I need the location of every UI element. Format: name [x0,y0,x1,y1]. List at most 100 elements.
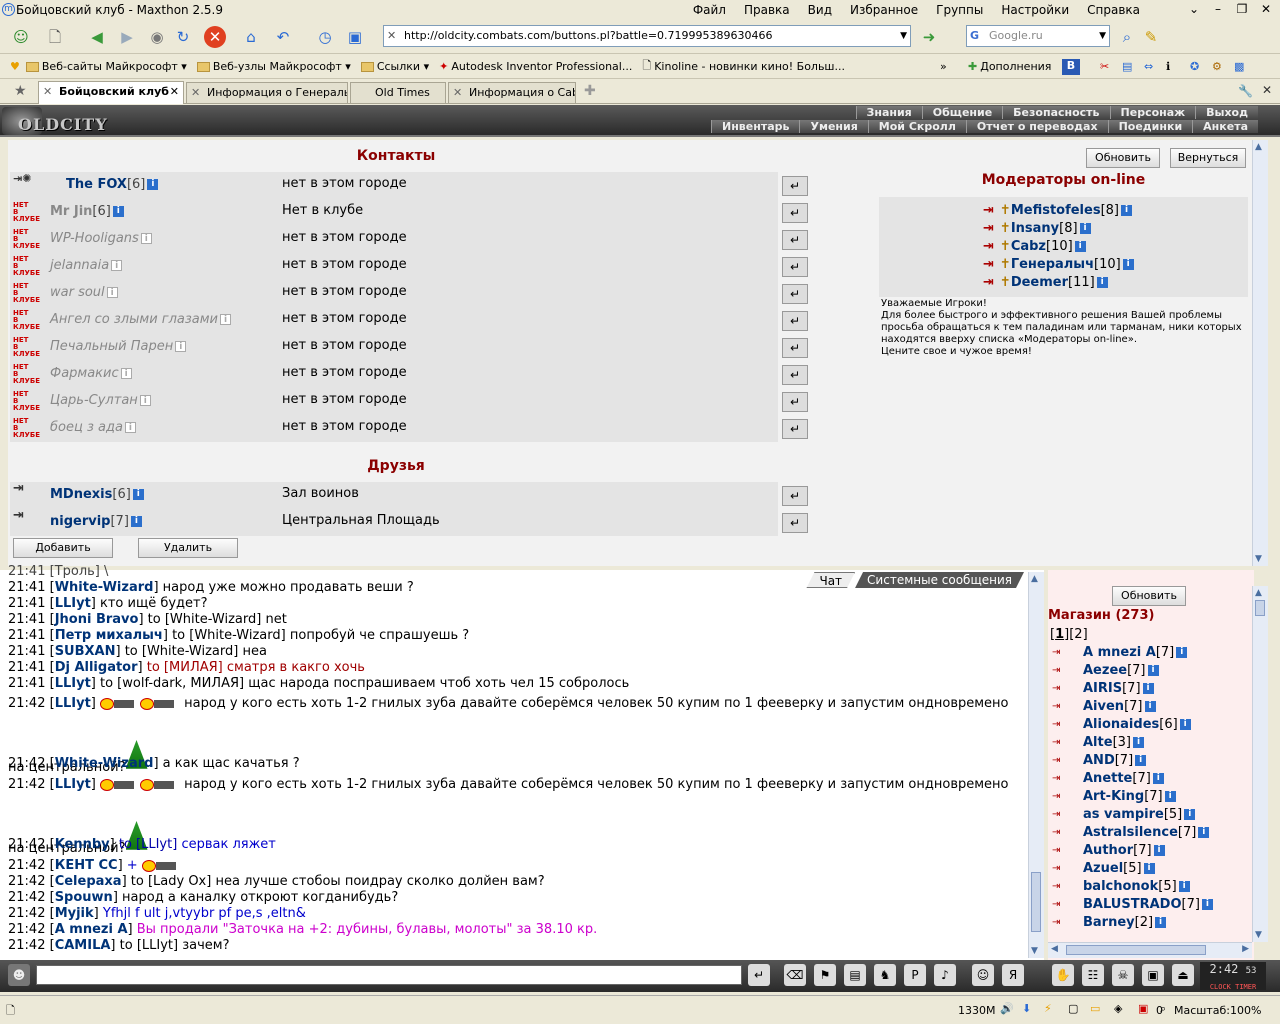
folder-icon[interactable]: ▭ [1090,1002,1100,1015]
eraser-icon[interactable]: ⌫ [784,964,806,986]
info-icon[interactable]: i [1164,791,1176,802]
nav-exit[interactable]: Выход [1195,106,1258,119]
contact-name[interactable]: war soul i [50,285,118,300]
chat-scrollbar[interactable]: ▲ ▼ [1028,572,1044,958]
more-chevron-icon[interactable]: » [940,60,947,73]
main-scrollbar[interactable]: ▲ ▼ [1252,140,1268,566]
lock-icon[interactable]: ▣ [1142,964,1164,986]
hand-icon[interactable]: ✋ [1052,964,1074,986]
info-icon[interactable]: i [1121,205,1132,216]
menu-view[interactable]: Вид [808,3,832,17]
private-message-icon[interactable]: ↵ [782,392,808,412]
private-message-icon[interactable]: ↵ [782,338,808,358]
menu-file[interactable]: Файл [693,3,726,17]
info-icon[interactable]: i [1201,899,1213,910]
private-message-icon[interactable]: ↵ [782,257,808,277]
info-icon[interactable]: i [130,516,142,527]
addons-button[interactable]: ✚ Дополнения [968,60,1051,73]
tab-info-cabz[interactable]: ✕ Информация о Cabz [448,82,576,103]
room-user[interactable]: AND[7] i [1083,753,1147,768]
friend-name[interactable]: MDnexis[6] i [50,487,144,502]
stat-icon[interactable]: ℹ [1166,60,1170,73]
private-message-icon[interactable]: ↵ [782,486,808,506]
info-icon[interactable]: i [1132,737,1144,748]
nav-communication[interactable]: Общение [921,106,1003,119]
volume-icon[interactable]: ♪ [934,964,956,986]
private-message-icon[interactable]: ↵ [782,311,808,331]
highlight-icon[interactable]: ✎ [1140,26,1162,48]
translit-icon[interactable]: Я [1002,964,1024,986]
private-message-icon[interactable]: ↵ [782,365,808,385]
chat-input[interactable] [36,965,742,985]
tab-system-messages[interactable]: Системные сообщения [855,572,1024,588]
scroll-down-icon[interactable]: ▼ [1255,554,1262,564]
info-icon[interactable]: i [140,233,152,244]
contact-name[interactable]: боец з ада i [50,420,136,435]
info-icon[interactable]: i [1122,259,1134,270]
scroll-right-icon[interactable]: ▶ [1242,944,1249,954]
info-icon[interactable]: i [112,206,124,217]
scroll-down-icon[interactable]: ▼ [1255,930,1262,940]
info-icon[interactable]: i [1074,241,1086,252]
info-icon[interactable]: i [120,368,132,379]
tab-info-generalych[interactable]: ✕ Информация о Генералыч [186,82,348,103]
room-user[interactable]: Alionaides[6] i [1083,717,1191,732]
close-icon[interactable]: ✕ [1256,1,1276,17]
emote-icon[interactable]: ☻ [8,964,30,986]
page-link[interactable]: 1 [1055,627,1064,642]
scroll-thumb[interactable] [1255,600,1265,616]
room-hscrollbar[interactable]: ◀ ▶ [1048,942,1252,958]
home-icon[interactable]: ⌂ [240,26,262,48]
info-icon[interactable]: i [175,341,187,352]
info-icon[interactable]: i [1152,773,1164,784]
room-user[interactable]: Author[7] i [1083,843,1165,858]
info-icon[interactable]: i [1135,755,1147,766]
history-dropdown-icon[interactable]: ◉ [146,26,168,48]
info-icon[interactable]: i [1153,845,1165,856]
undo-icon[interactable]: ↶ [272,26,294,48]
forward-icon[interactable]: ▶ [116,26,138,48]
info-icon[interactable]: i [1176,647,1188,658]
info-icon[interactable]: i [220,314,232,325]
private-message-icon[interactable]: ↵ [782,419,808,439]
download-icon[interactable]: ⬇ [1022,1002,1031,1015]
exit-icon[interactable]: ⏏ [1172,964,1194,986]
contact-name[interactable]: Mr Jin[6] i [50,204,124,219]
search-input[interactable]: G Google.ru ▼ [966,25,1110,47]
info-icon[interactable]: i [111,260,123,271]
chevron-down-icon[interactable]: ⌄ [1184,1,1204,17]
nav-transfer-report[interactable]: Отчет о переводах [965,120,1108,133]
refresh-button[interactable]: Обновить [1086,148,1160,168]
save-icon[interactable]: ▤ [844,964,866,986]
moderator-entry[interactable]: ⇥ ✝Cabz[10] i [983,239,1086,254]
private-icon[interactable]: P [904,964,926,986]
pin-icon[interactable]: ✂ [1100,60,1109,73]
info-icon[interactable]: i [1155,917,1167,928]
scroll-left-icon[interactable]: ◀ [1051,944,1058,954]
private-message-icon[interactable]: ↵ [782,513,808,533]
room-user[interactable]: Anette[7] i [1083,771,1164,786]
contact-name[interactable]: The FOX[6] i [66,177,159,192]
info-icon[interactable]: i [1142,683,1154,694]
room-user[interactable]: Azuel[5] i [1083,861,1155,876]
close-tab-icon[interactable]: ✕ [170,82,179,102]
nav-inventory[interactable]: Инвентарь [711,120,800,133]
restore-icon[interactable]: ❐ [1232,1,1252,17]
tab-chat[interactable]: Чат [806,572,855,588]
friend-name[interactable]: nigervip[7] i [50,514,142,529]
group-icon[interactable]: ☷ [1082,964,1104,986]
info-icon[interactable]: i [1143,863,1155,874]
tool-icon[interactable]: ▤ [1122,60,1132,73]
scroll-thumb[interactable] [1031,872,1041,932]
user-icon[interactable]: ☺ [10,26,32,48]
compass-icon[interactable]: ✪ [1190,60,1199,73]
contact-name[interactable]: Ангел со злыми глазами i [50,312,232,327]
send-icon[interactable]: ↵ [748,964,770,986]
scroll-thumb[interactable] [1066,945,1206,955]
menu-settings[interactable]: Настройки [1001,3,1069,17]
scroll-up-icon[interactable]: ▲ [1031,574,1038,584]
refresh-icon[interactable]: ↻ [172,26,194,48]
chevron-down-icon[interactable]: ▼ [900,26,907,46]
scroll-down-icon[interactable]: ▼ [1031,946,1038,956]
contact-name[interactable]: WP-Hooligans i [50,231,152,246]
